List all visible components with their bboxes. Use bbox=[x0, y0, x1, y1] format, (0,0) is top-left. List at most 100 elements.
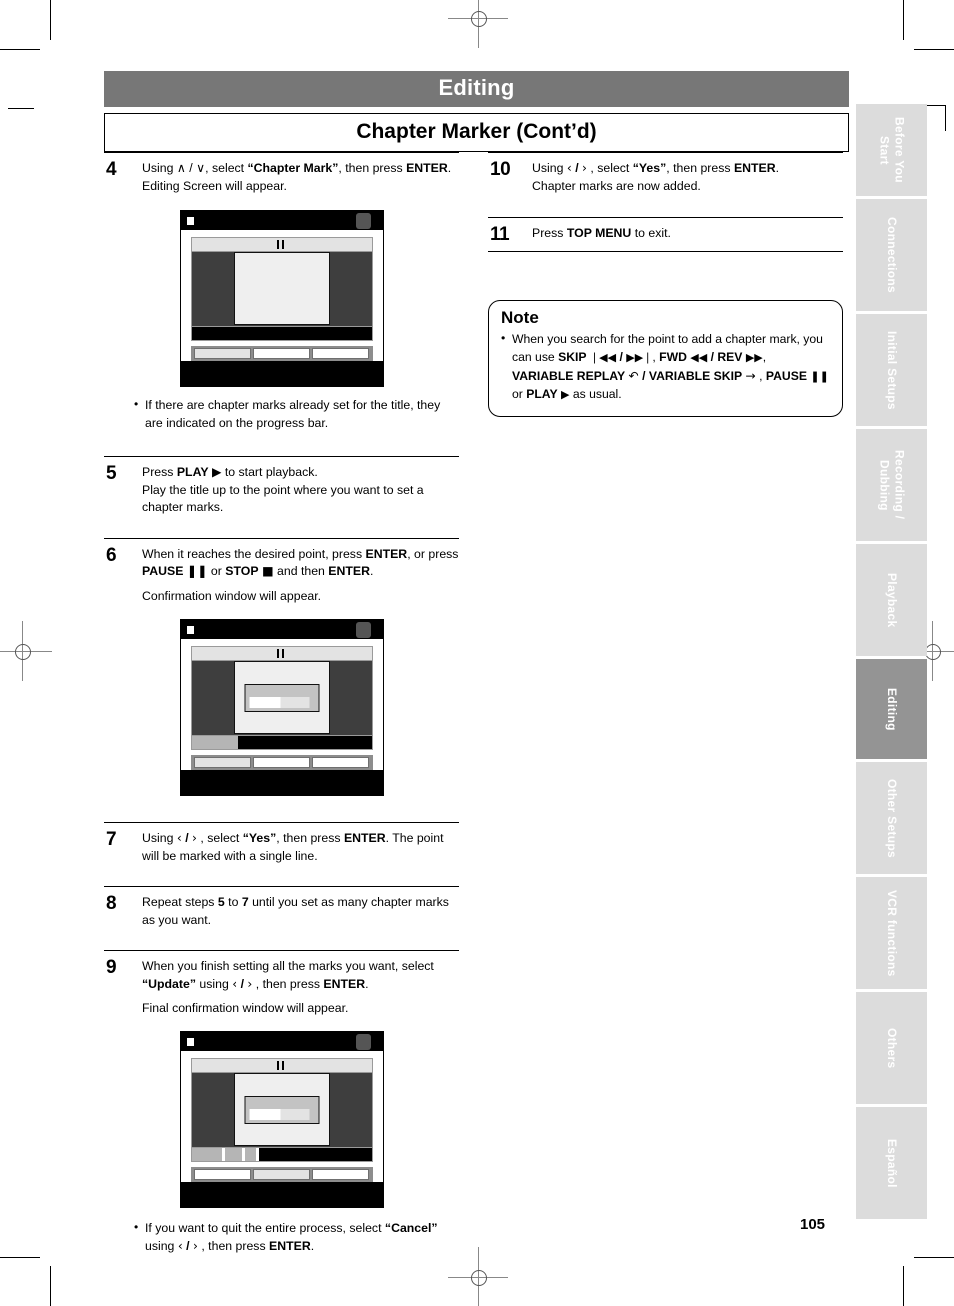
registration-mark-top bbox=[448, 0, 508, 48]
screenshot-topbar bbox=[180, 1032, 383, 1052]
sidebar-tab-label: VCR functions bbox=[885, 889, 899, 977]
screenshot-topbar bbox=[180, 620, 383, 640]
screenshot-progress-bar bbox=[190, 1147, 373, 1163]
right-column: 10 Using ‹ / › , select “Yes”, then pres… bbox=[488, 152, 843, 417]
step-5-text: Press PLAY ▶ to start playback. Play the… bbox=[142, 464, 424, 515]
screenshot-final-confirmation bbox=[179, 1031, 384, 1209]
screenshot-progress-bar bbox=[190, 735, 373, 751]
screenshot-topbar bbox=[180, 210, 383, 230]
step-4-bullets: If there are chapter marks already set f… bbox=[134, 396, 459, 433]
left-column: 4 Using ∧ / ∨, select “Chapter Mark”, th… bbox=[104, 152, 459, 1267]
registration-mark-bottom bbox=[448, 1247, 508, 1306]
screenshot-dialog-no bbox=[280, 697, 309, 709]
sidebar-tab-playback[interactable]: Playback bbox=[856, 544, 927, 656]
step-4: 4 Using ∧ / ∨, select “Chapter Mark”, th… bbox=[104, 152, 459, 444]
progress-fill bbox=[191, 736, 239, 750]
crop-mark-top-right-v bbox=[903, 0, 904, 40]
screenshot-titlebar bbox=[190, 1058, 373, 1074]
step-4-text: Using ∧ / ∨, select “Chapter Mark”, then… bbox=[142, 161, 452, 194]
pause-marks-icon bbox=[276, 239, 287, 249]
page-number: 105 bbox=[800, 1216, 826, 1233]
sidebar-tab-before-you-start[interactable]: Before You Start bbox=[856, 104, 927, 196]
pause-marks-icon bbox=[276, 1061, 287, 1071]
step-5-number: 5 bbox=[106, 462, 117, 484]
chapter-mark-tick bbox=[256, 1148, 260, 1162]
sidebar-tab-editing[interactable]: Editing bbox=[856, 659, 927, 759]
corner-indicator-icon bbox=[355, 622, 371, 639]
registration-mark-left bbox=[0, 621, 52, 681]
crop-mark-bottom-right-v bbox=[903, 1266, 904, 1306]
disc-icon bbox=[185, 624, 195, 636]
screenshot-viewport bbox=[190, 1073, 373, 1148]
crop-mark-top-left-h bbox=[0, 49, 40, 50]
sidebar-tab-initial-setups[interactable]: Initial Setups bbox=[856, 314, 927, 426]
step-8-text: Repeat steps 5 to 7 until you set as man… bbox=[142, 895, 449, 927]
screenshot-button-2 bbox=[252, 757, 311, 769]
screenshot-footer bbox=[180, 777, 383, 796]
sidebar-tab-espanol[interactable]: Español bbox=[856, 1107, 927, 1219]
screenshot-button-row bbox=[190, 1167, 373, 1183]
corner-indicator-icon bbox=[355, 1034, 371, 1051]
disc-icon bbox=[185, 1036, 195, 1048]
screenshot-dialog bbox=[244, 684, 319, 713]
sidebar-tab-others[interactable]: Others bbox=[856, 992, 927, 1104]
section-tabs: Before You Start Connections Initial Set… bbox=[856, 104, 927, 1222]
screenshot-editing-screen bbox=[179, 209, 384, 387]
sidebar-tab-label: Español bbox=[885, 1138, 899, 1188]
sidebar-tab-label: Before You Start bbox=[877, 117, 907, 183]
step-10-number: 10 bbox=[490, 159, 511, 180]
sidebar-tab-label: Initial Setups bbox=[885, 330, 899, 410]
step-8-number: 8 bbox=[106, 893, 117, 915]
sidebar-tab-label: Playback bbox=[885, 572, 899, 628]
sidebar-tab-label: Recording / Dubbing bbox=[877, 450, 907, 520]
screenshot-button-1 bbox=[193, 757, 251, 769]
step-9-number: 9 bbox=[106, 957, 117, 979]
step-7-number: 7 bbox=[106, 829, 117, 851]
sidebar-tab-connections[interactable]: Connections bbox=[856, 199, 927, 311]
screenshot-button-3 bbox=[312, 757, 370, 769]
page-title: Chapter Marker (Cont’d) bbox=[104, 113, 849, 153]
note-title: Note bbox=[501, 308, 539, 328]
note-box: Note When you search for the point to ad… bbox=[488, 300, 843, 417]
pause-marks-icon bbox=[276, 649, 287, 659]
screenshot-panel bbox=[180, 1051, 383, 1183]
screenshot-footer bbox=[180, 1189, 383, 1208]
screenshot-button-row bbox=[190, 755, 373, 771]
screenshot-viewport bbox=[190, 661, 373, 736]
step-9-bullets: If you want to quit the entire process, … bbox=[134, 1219, 459, 1256]
step-11-text: Press TOP MENU to exit. bbox=[532, 225, 671, 240]
step-10: 10 Using ‹ / › , select “Yes”, then pres… bbox=[488, 152, 843, 205]
screenshot-panel bbox=[180, 639, 383, 771]
screenshot-titlebar bbox=[190, 646, 373, 662]
sidebar-tab-other-setups[interactable]: Other Setups bbox=[856, 762, 927, 874]
sidebar-tab-recording-dubbing[interactable]: Recording / Dubbing bbox=[856, 429, 927, 541]
step-6-number: 6 bbox=[106, 544, 117, 566]
screenshot-progress-bar bbox=[190, 325, 373, 341]
note-bullet: When you search for the point to add a c… bbox=[501, 329, 830, 404]
step-10-text: Using ‹ / › , select “Yes”, then press E… bbox=[532, 161, 780, 194]
screenshot-dialog-yes bbox=[249, 1109, 280, 1121]
sidebar-tab-label: Others bbox=[885, 1027, 899, 1069]
screenshot-button-2 bbox=[252, 1169, 311, 1181]
screenshot-button-row bbox=[190, 345, 373, 361]
crop-mark-top-left-v bbox=[50, 0, 51, 40]
screenshot-video-area bbox=[233, 251, 330, 325]
sidebar-tab-label: Editing bbox=[885, 687, 899, 731]
chapter-mark-tick bbox=[241, 1148, 245, 1162]
screenshot-footer bbox=[180, 367, 383, 386]
crop-mark-bottom-right-h bbox=[914, 1257, 954, 1258]
sidebar-tab-label: Other Setups bbox=[885, 778, 899, 858]
sidebar-tab-label: Connections bbox=[885, 217, 899, 293]
step-6-text: When it reaches the desired point, press… bbox=[142, 546, 459, 603]
bullet: If you want to quit the entire process, … bbox=[134, 1219, 459, 1256]
chapter-mark-tick bbox=[222, 1148, 226, 1162]
step-7-text: Using ‹ / › , select “Yes”, then press E… bbox=[142, 831, 444, 863]
screenshot-dialog-no bbox=[280, 1109, 309, 1121]
bullet: If there are chapter marks already set f… bbox=[134, 396, 459, 433]
step-9: 9 When you finish setting all the marks … bbox=[104, 950, 459, 1267]
sidebar-tab-vcr-functions[interactable]: VCR functions bbox=[856, 877, 927, 989]
corner-indicator-icon bbox=[355, 212, 371, 229]
screenshot-dialog-buttons bbox=[249, 697, 309, 709]
screenshot-button-1 bbox=[193, 1169, 251, 1181]
step-11: 11 Press TOP MENU to exit. bbox=[488, 216, 843, 253]
